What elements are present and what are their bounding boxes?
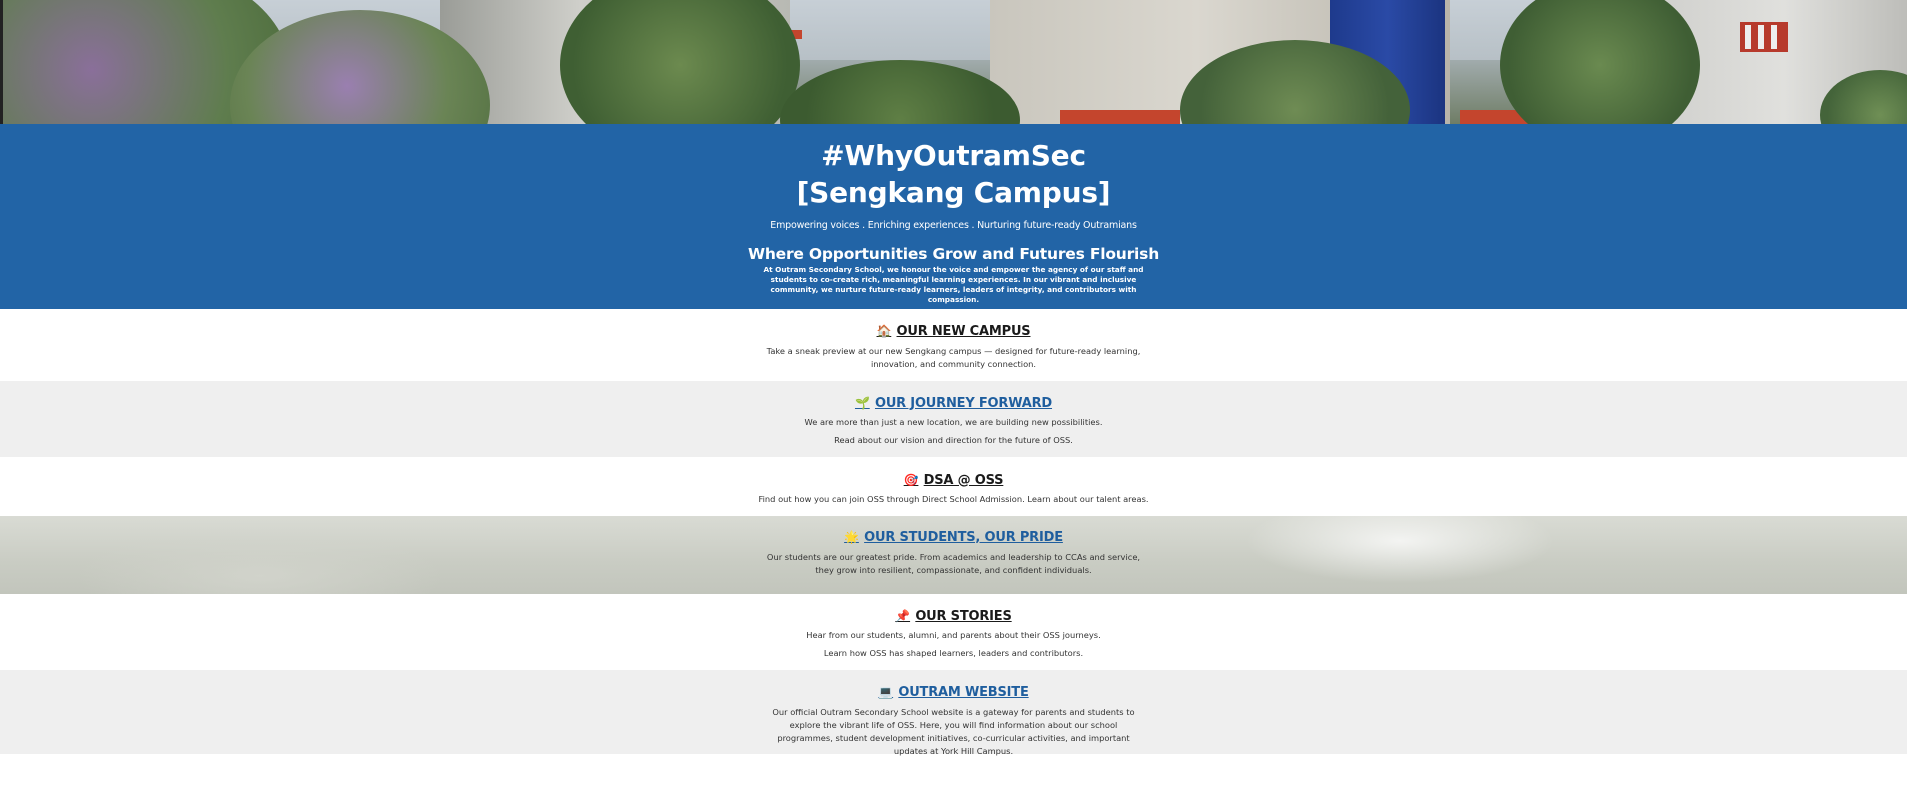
section-description: We are more than just a new location, we… <box>804 417 1103 427</box>
section-journey-forward: 🌱 OUR JOURNEY FORWARD We are more than j… <box>0 381 1907 457</box>
section-title-label: OUR JOURNEY FORWARD <box>874 395 1053 411</box>
hero-campus-image <box>0 0 1907 124</box>
section-description: Our official Outram Secondary School web… <box>772 707 1135 756</box>
section-dsa: 🎯 DSA @ OSS Find out how you can join OS… <box>0 457 1907 516</box>
intro-heading: Where Opportunities Grow and Futures Flo… <box>747 245 1160 263</box>
page-title: #WhyOutramSec [Sengkang Campus] <box>0 137 1907 211</box>
target-icon: 🎯 <box>903 473 919 487</box>
section-description: Learn how OSS has shaped learners, leade… <box>823 648 1084 658</box>
section-new-campus: 🏠 OUR NEW CAMPUS Take a sneak preview at… <box>0 309 1907 381</box>
section-title-link[interactable]: 🌱 OUR JOURNEY FORWARD <box>855 396 1052 411</box>
section-title-label: DSA @ OSS <box>923 472 1004 488</box>
intro-banner: #WhyOutramSec [Sengkang Campus] Empoweri… <box>0 124 1907 309</box>
intro-blurb: At Outram Secondary School, we honour th… <box>763 265 1144 304</box>
section-title-link[interactable]: 📌 OUR STORIES <box>895 608 1012 624</box>
section-description: Take a sneak preview at our new Sengkang… <box>766 346 1141 369</box>
house-icon: 🏠 <box>876 324 892 338</box>
section-description: Our students are our greatest pride. Fro… <box>766 552 1141 575</box>
section-title-link[interactable]: 🎯 DSA @ OSS <box>904 473 1004 488</box>
section-title-link[interactable]: 🏠 OUR NEW CAMPUS <box>877 324 1031 339</box>
seedling-icon: 🌱 <box>854 396 870 410</box>
page-title-line-1: #WhyOutramSec <box>821 139 1086 172</box>
sun-icon: 🌟 <box>844 530 859 544</box>
laptop-icon: 💻 <box>878 685 894 699</box>
section-description: Read about our vision and direction for … <box>834 435 1073 445</box>
section-title-label: OUR STORIES <box>915 608 1012 624</box>
section-description: Find out how you can join OSS through Di… <box>758 494 1149 504</box>
section-title-link[interactable]: 💻 OUTRAM WEBSITE <box>878 685 1028 700</box>
tagline: Empowering voices . Enriching experience… <box>770 220 1137 231</box>
section-title-label: OUTRAM WEBSITE <box>898 684 1029 700</box>
section-description: Hear from our students, alumni, and pare… <box>806 630 1101 640</box>
section-title-label: OUR STUDENTS, OUR PRIDE <box>864 529 1063 545</box>
section-outram-website: 💻 OUTRAM WEBSITE Our official Outram Sec… <box>0 670 1907 756</box>
page-title-line-2: [Sengkang Campus] <box>796 176 1111 209</box>
pin-icon: 📌 <box>895 609 911 623</box>
section-our-stories: 📌 OUR STORIES Hear from our students, al… <box>0 594 1907 670</box>
section-students-pride: 🌟 OUR STUDENTS, OUR PRIDE Our students a… <box>0 516 1907 594</box>
section-title-label: OUR NEW CAMPUS <box>896 323 1031 339</box>
section-title-link[interactable]: 🌟 OUR STUDENTS, OUR PRIDE <box>844 530 1063 545</box>
